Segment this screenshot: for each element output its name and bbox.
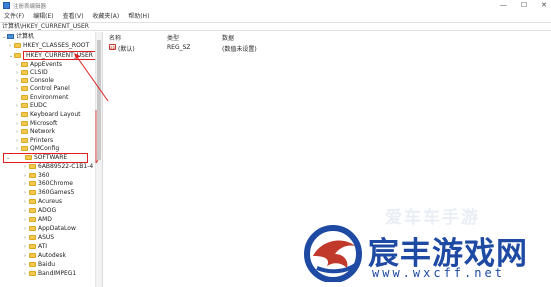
arrow-to-hkcu [76,56,109,102]
arrowhead-icon [74,53,80,59]
watermark-url: www.wxcff.net [372,266,505,280]
dragon-logo-icon [304,225,362,282]
watermark-faint-text: 爱车车手游 [385,208,480,228]
